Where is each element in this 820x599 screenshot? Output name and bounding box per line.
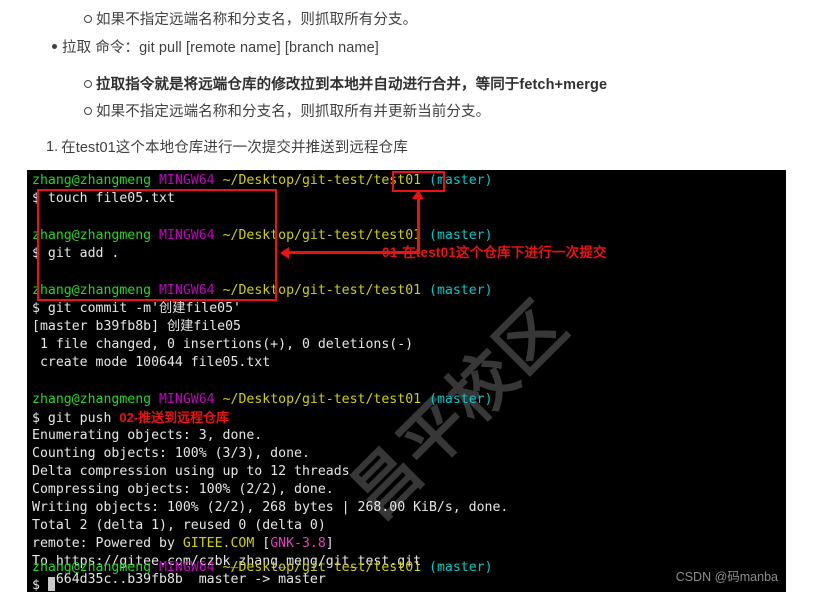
- text-cursor: [47, 577, 55, 591]
- doc-line-text-bold: 拉取指令就是将远端仓库的修改拉到本地并自动进行合并，等同于fetch+merge: [96, 77, 608, 93]
- terminal-input-line[interactable]: $: [32, 577, 55, 592]
- terminal-prompt-line: zhang@zhangmeng MINGW64 ~/Desktop/git-te…: [32, 559, 493, 577]
- prompt-path: ~/Desktop/git-test/test01: [222, 173, 422, 188]
- prompt-user: zhang@zhangmeng: [32, 392, 152, 407]
- terminal-command-line: $ git add .: [32, 246, 120, 261]
- terminal-output-line: Compressing objects: 100% (2/2), done.: [32, 482, 334, 497]
- prompt-branch: (master): [429, 560, 493, 575]
- doc-bullet-line-2: 拉取 命令：git pull [remote name] [branch nam…: [46, 36, 379, 57]
- prompt-path: ~/Desktop/git-test/test01: [222, 560, 422, 575]
- arrow-horizontal-head-icon: [280, 247, 289, 259]
- terminal-output-line: Enumerating objects: 3, done.: [32, 428, 263, 443]
- terminal-window[interactable]: 昌平校区 zhang@zhangmeng MINGW64 ~/Desktop/g…: [27, 170, 786, 592]
- prompt-host: MINGW64: [159, 392, 215, 407]
- terminal-output-line: Counting objects: 100% (3/3), done.: [32, 446, 310, 461]
- bracket-open: [: [254, 536, 271, 551]
- terminal-prompt-line: zhang@zhangmeng MINGW64 ~/Desktop/git-te…: [32, 282, 493, 300]
- annotation-01-label: 01-在test01这个仓库下进行一次提交: [382, 245, 607, 260]
- remote-prefix: remote: Powered by: [32, 536, 183, 551]
- disc-bullet-icon: [46, 44, 62, 49]
- list-number: 1.: [46, 138, 59, 155]
- terminal-output-line: [master b39fb8b] 创建file05: [32, 319, 241, 334]
- terminal-prompt-line: zhang@zhangmeng MINGW64 ~/Desktop/git-te…: [32, 172, 493, 190]
- prompt-path: ~/Desktop/git-test/test01: [222, 392, 422, 407]
- terminal-prompt-line: zhang@zhangmeng MINGW64 ~/Desktop/git-te…: [32, 391, 493, 409]
- doc-bullet-line-4: 如果不指定远端名称和分支名，则抓取所有并更新当前分支。: [80, 100, 490, 121]
- doc-numbered-line-1: 1. 在test01这个本地仓库进行一次提交并推送到远程仓库: [46, 136, 408, 157]
- doc-line-text: 在test01这个本地仓库进行一次提交并推送到远程仓库: [61, 140, 408, 156]
- prompt-host: MINGW64: [159, 560, 215, 575]
- circle-bullet-icon: [80, 106, 96, 115]
- circle-bullet-icon: [80, 79, 96, 88]
- prompt-user: zhang@zhangmeng: [32, 173, 152, 188]
- gnk-version: GNK-3.8: [270, 536, 326, 551]
- watermark-diagonal: 昌平校区: [335, 286, 583, 534]
- prompt-user: zhang@zhangmeng: [32, 283, 152, 298]
- annotation-02-label: 02-推送到远程仓库: [119, 410, 230, 425]
- article-content: 如果不指定远端名称和分支名，则抓取所有分支。 拉取 命令：git pull [r…: [0, 0, 820, 168]
- terminal-output-line-remote: remote: Powered by GITEE.COM [GNK-3.8]: [32, 535, 334, 553]
- prompt-user: zhang@zhangmeng: [32, 560, 152, 575]
- prompt-branch: (master): [429, 283, 493, 298]
- doc-bullet-line-1: 如果不指定远端名称和分支名，则抓取所有分支。: [80, 8, 417, 29]
- terminal-command-text: $ git push: [32, 411, 120, 426]
- doc-bullet-line-3: 拉取指令就是将远端仓库的修改拉到本地并自动进行合并，等同于fetch+merge: [80, 73, 607, 94]
- terminal-command-line-push: $ git push 02-推送到远程仓库: [32, 409, 229, 428]
- prompt-sigil: $: [32, 578, 48, 592]
- terminal-output-line: Total 2 (delta 1), reused 0 (delta 0): [32, 518, 326, 533]
- doc-line-text: 如果不指定远端名称和分支名，则抓取所有分支。: [96, 12, 418, 28]
- prompt-path: ~/Desktop/git-test/test01: [222, 283, 422, 298]
- doc-line-text: 如果不指定远端名称和分支名，则抓取所有并更新当前分支。: [96, 104, 491, 120]
- gitee-domain: GITEE.COM: [182, 536, 255, 551]
- prompt-host: MINGW64: [159, 283, 215, 298]
- prompt-user: zhang@zhangmeng: [32, 228, 152, 243]
- terminal-output-line: create mode 100644 file05.txt: [32, 355, 271, 370]
- doc-line-text: 拉取 命令：git pull [remote name] [branch nam…: [62, 40, 379, 56]
- watermark-csdn: CSDN @码manba: [675, 569, 778, 584]
- prompt-host: MINGW64: [159, 173, 215, 188]
- prompt-branch: (master): [429, 173, 493, 188]
- arrow-vertical-head-icon: [412, 190, 424, 199]
- prompt-branch: (master): [429, 392, 493, 407]
- bracket-close: ]: [325, 536, 334, 551]
- circle-bullet-icon: [80, 14, 96, 23]
- terminal-output-line: Writing objects: 100% (2/2), 268 bytes |…: [32, 500, 509, 515]
- prompt-host: MINGW64: [159, 228, 215, 243]
- terminal-command-line: $ git commit -m'创建file05': [32, 301, 241, 316]
- terminal-command-line: $ touch file05.txt: [32, 191, 175, 206]
- terminal-output-line: 1 file changed, 0 insertions(+), 0 delet…: [32, 337, 414, 352]
- terminal-output-line: Delta compression using up to 12 threads: [32, 464, 350, 479]
